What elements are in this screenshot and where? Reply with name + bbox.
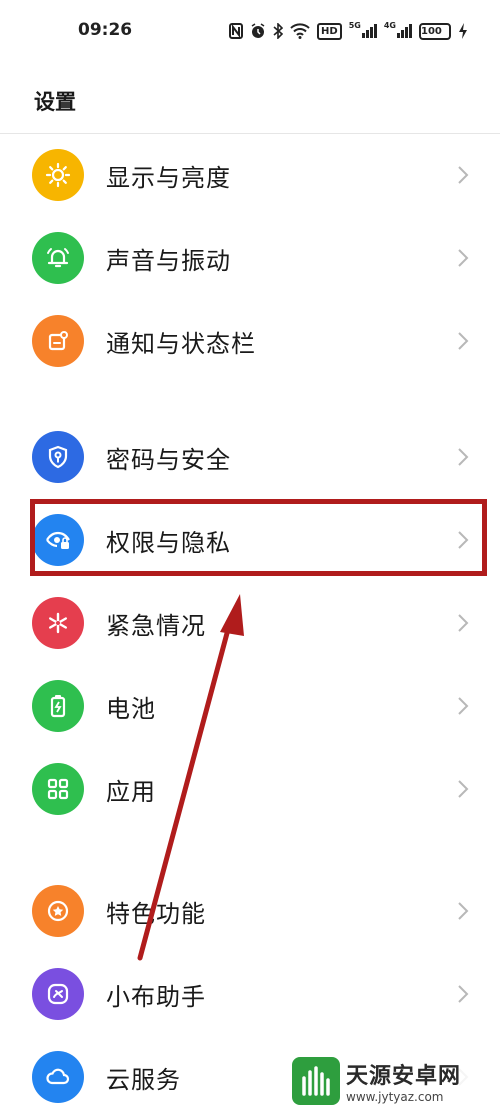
- settings-item-label: 电池: [106, 694, 156, 723]
- settings-item-emergency[interactable]: 紧急情况: [0, 582, 500, 664]
- settings-item-battery[interactable]: 电池: [0, 665, 500, 747]
- star-icon: [32, 885, 84, 937]
- settings-item-label: 权限与隐私: [106, 528, 231, 557]
- alarm-icon: [250, 22, 266, 40]
- cloud-icon: [32, 1051, 84, 1103]
- chevron-right-icon: [458, 531, 469, 549]
- status-time: 09:26: [78, 20, 133, 40]
- chevron-right-icon: [458, 780, 469, 798]
- wifi-icon: [290, 22, 310, 40]
- settings-item-notifications[interactable]: 通知与状态栏: [0, 300, 500, 382]
- chevron-right-icon: [458, 614, 469, 632]
- settings-item-display[interactable]: 显示与亮度: [0, 134, 500, 216]
- settings-item-permissions-privacy[interactable]: 权限与隐私: [0, 499, 500, 581]
- settings-item-label: 声音与振动: [106, 246, 231, 275]
- assistant-icon: [32, 968, 84, 1020]
- settings-item-label: 通知与状态栏: [106, 329, 256, 358]
- settings-item-label: 云服务: [106, 1065, 181, 1094]
- settings-item-special-features[interactable]: 特色功能: [0, 870, 500, 952]
- settings-item-label: 特色功能: [106, 899, 206, 928]
- android-logo-icon: [292, 1057, 340, 1105]
- page-title: 设置: [34, 90, 76, 114]
- settings-item-label: 小布助手: [106, 982, 206, 1011]
- settings-item-label: 应用: [106, 777, 156, 806]
- signal-4g-label: 4G: [383, 20, 396, 30]
- signal-4g-icon: 4G: [383, 20, 412, 40]
- chevron-right-icon: [458, 249, 469, 267]
- chevron-right-icon: [458, 985, 469, 1003]
- watermark-url: www.jytyaz.com: [346, 1090, 444, 1104]
- signal-5g-label: 5G: [348, 20, 361, 30]
- chevron-right-icon: [458, 697, 469, 715]
- notification-icon: [32, 315, 84, 367]
- chevron-right-icon: [458, 332, 469, 350]
- hd-badge: HD: [317, 22, 342, 40]
- watermark-title: 天源安卓网: [346, 1064, 462, 1089]
- chevron-right-icon: [458, 448, 469, 466]
- nfc-icon: [229, 22, 244, 40]
- shield-key-icon: [32, 431, 84, 483]
- eye-lock-icon: [32, 514, 84, 566]
- settings-item-label: 显示与亮度: [106, 163, 231, 192]
- settings-item-sound[interactable]: 声音与振动: [0, 217, 500, 299]
- settings-header: 设置: [0, 64, 500, 134]
- status-icons: HD 5G 4G 100: [229, 20, 468, 42]
- chevron-right-icon: [458, 902, 469, 920]
- settings-item-assistant[interactable]: 小布助手: [0, 953, 500, 1035]
- settings-item-apps[interactable]: 应用: [0, 748, 500, 830]
- charging-icon: [458, 22, 468, 40]
- watermark: 天源安卓网 www.jytyaz.com: [292, 1055, 492, 1107]
- grid-icon: [32, 763, 84, 815]
- bell-icon: [32, 232, 84, 284]
- signal-5g-icon: 5G: [348, 20, 377, 40]
- status-bar: 09:26 HD 5G 4G 100: [0, 0, 500, 64]
- battery-indicator: 100: [419, 22, 451, 40]
- settings-item-label: 紧急情况: [106, 611, 206, 640]
- sun-icon: [32, 149, 84, 201]
- watermark-text: 天源安卓网 www.jytyaz.com: [346, 1058, 461, 1104]
- settings-item-label: 密码与安全: [106, 445, 231, 474]
- battery-icon: [32, 680, 84, 732]
- settings-item-password-security[interactable]: 密码与安全: [0, 416, 500, 498]
- asterisk-icon: [32, 597, 84, 649]
- chevron-right-icon: [458, 166, 469, 184]
- bluetooth-icon: [273, 22, 284, 40]
